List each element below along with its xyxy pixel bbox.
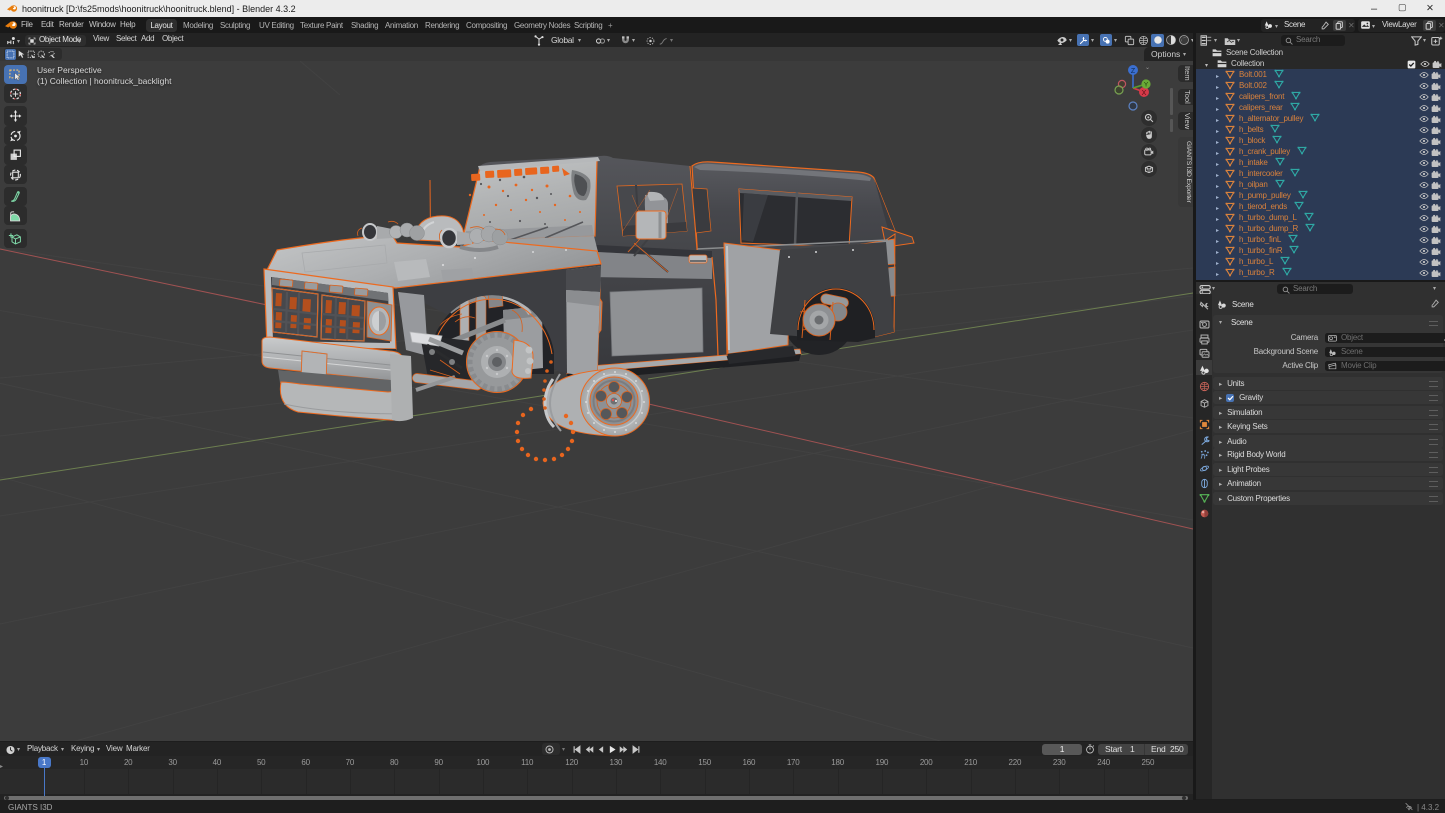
svg-text:X: X [1142,90,1147,97]
svg-text:Y: Y [1144,82,1149,89]
svg-text:Z: Z [1131,68,1136,75]
